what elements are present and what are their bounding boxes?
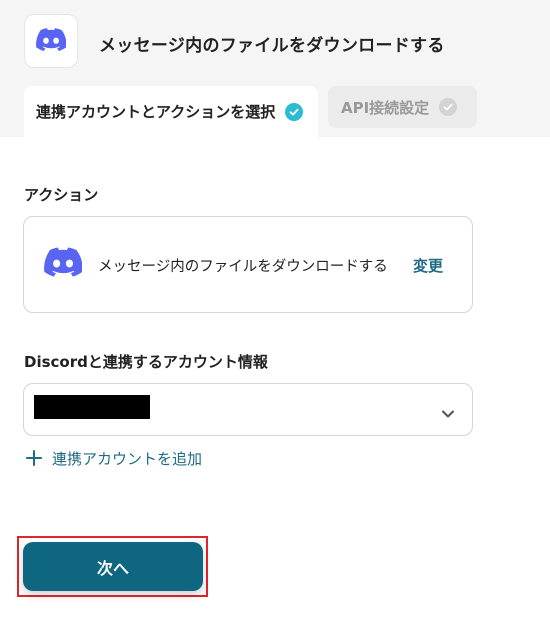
page-title: メッセージ内のファイルをダウンロードする: [99, 36, 445, 56]
tab-account-and-action[interactable]: 連携アカウントとアクションを選択: [24, 86, 318, 137]
action-section-label: アクション: [24, 186, 99, 204]
check-circle-icon: [285, 102, 304, 121]
account-select[interactable]: [23, 383, 473, 436]
check-circle-icon: [439, 98, 458, 116]
redacted-account-name: [34, 395, 150, 419]
plus-icon: [26, 450, 42, 466]
action-name: メッセージ内のファイルをダウンロードする: [98, 259, 388, 275]
tab-label: API接続設定: [341, 98, 430, 117]
tab-api-settings[interactable]: API接続設定: [328, 86, 477, 128]
chevron-down-icon: [441, 404, 455, 423]
change-action-link[interactable]: 変更: [413, 255, 443, 276]
next-button-label: 次へ: [96, 558, 129, 578]
add-account-label: 連携アカウントを追加: [52, 449, 203, 468]
add-account-link[interactable]: 連携アカウントを追加: [26, 446, 202, 470]
next-button[interactable]: 次へ: [23, 542, 203, 591]
discord-icon: [44, 247, 83, 281]
action-card: メッセージ内のファイルをダウンロードする 変更: [23, 216, 473, 313]
app-icon-container: [24, 14, 78, 68]
tab-label: 連携アカウントとアクションを選択: [36, 103, 276, 121]
discord-icon: [36, 27, 67, 55]
account-section-label: Discordと連携するアカウント情報: [24, 353, 268, 371]
